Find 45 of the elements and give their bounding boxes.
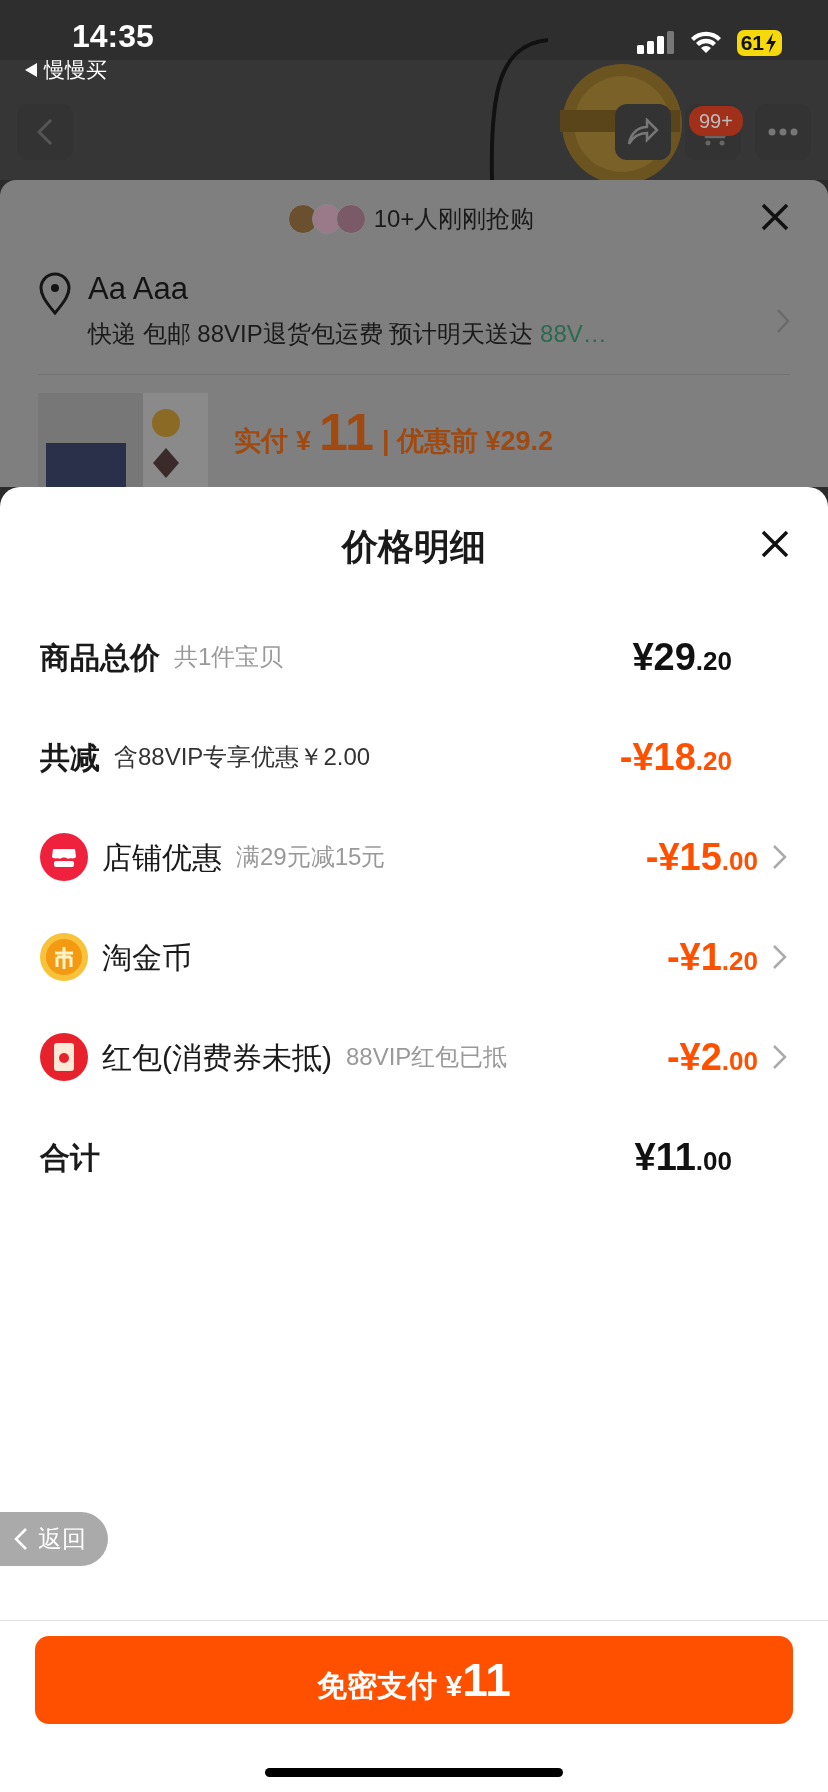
row-note: 含88VIP专享优惠￥2.00: [114, 742, 371, 772]
back-chevron-icon: [14, 1527, 28, 1551]
back-to-app-link[interactable]: 慢慢买: [24, 54, 107, 86]
coin-icon: [40, 933, 88, 981]
close-icon[interactable]: [760, 529, 790, 559]
address-name: Aa Aaa: [88, 270, 189, 308]
row-note: 满29元减15元: [236, 842, 386, 872]
battery-indicator: 61: [736, 30, 782, 56]
amount: -¥1.20: [666, 934, 758, 980]
signal-icon: [636, 31, 675, 55]
back-triangle-icon: [24, 61, 38, 78]
avatar: [335, 204, 366, 234]
location-pin-icon: [38, 272, 72, 316]
chevron-right-icon[interactable]: [772, 1044, 788, 1070]
delivery-info: 快递 包邮 88VIP退货包运费 预计明天送达 88V…: [88, 319, 608, 349]
shop-icon: [40, 833, 88, 881]
charging-icon: [764, 33, 778, 53]
share-icon: [627, 118, 659, 146]
amount: -¥18.20: [619, 734, 732, 780]
row-note: 88VIP红包已抵: [346, 1042, 508, 1072]
sheet-title: 价格明细: [342, 525, 486, 569]
share-button[interactable]: [615, 104, 671, 160]
row-label: 共减: [40, 739, 100, 776]
amount: -¥2.00: [666, 1034, 758, 1080]
clock: 14:35: [72, 17, 154, 56]
row-label: 合计: [40, 1139, 100, 1176]
more-icon: [768, 128, 798, 136]
row-note: 共1件宝贝: [174, 642, 284, 672]
row-label: 店铺优惠: [102, 839, 222, 876]
row-label: 淘金币: [102, 939, 192, 976]
buyers-text: 10+人刚刚抢购: [373, 204, 535, 234]
back-button[interactable]: 返回: [0, 1512, 108, 1566]
cart-button[interactable]: 99+: [685, 104, 741, 160]
price-summary: 实付 ¥11| 优惠前 ¥29.2: [234, 402, 554, 463]
row-label: 商品总价: [40, 639, 160, 676]
row-label: 红包(消费券未抵): [102, 1039, 332, 1076]
cart-count-badge: 99+: [689, 106, 743, 136]
chevron-right-icon[interactable]: [772, 844, 788, 870]
pay-button[interactable]: 免密支付 ¥11: [35, 1636, 793, 1724]
amount: ¥11.00: [634, 1134, 732, 1180]
amount: ¥29.20: [632, 634, 732, 680]
envelope-icon: [40, 1033, 88, 1081]
chevron-right-icon[interactable]: [772, 944, 788, 970]
amount: -¥15.00: [645, 834, 758, 880]
back-icon: [37, 118, 53, 146]
